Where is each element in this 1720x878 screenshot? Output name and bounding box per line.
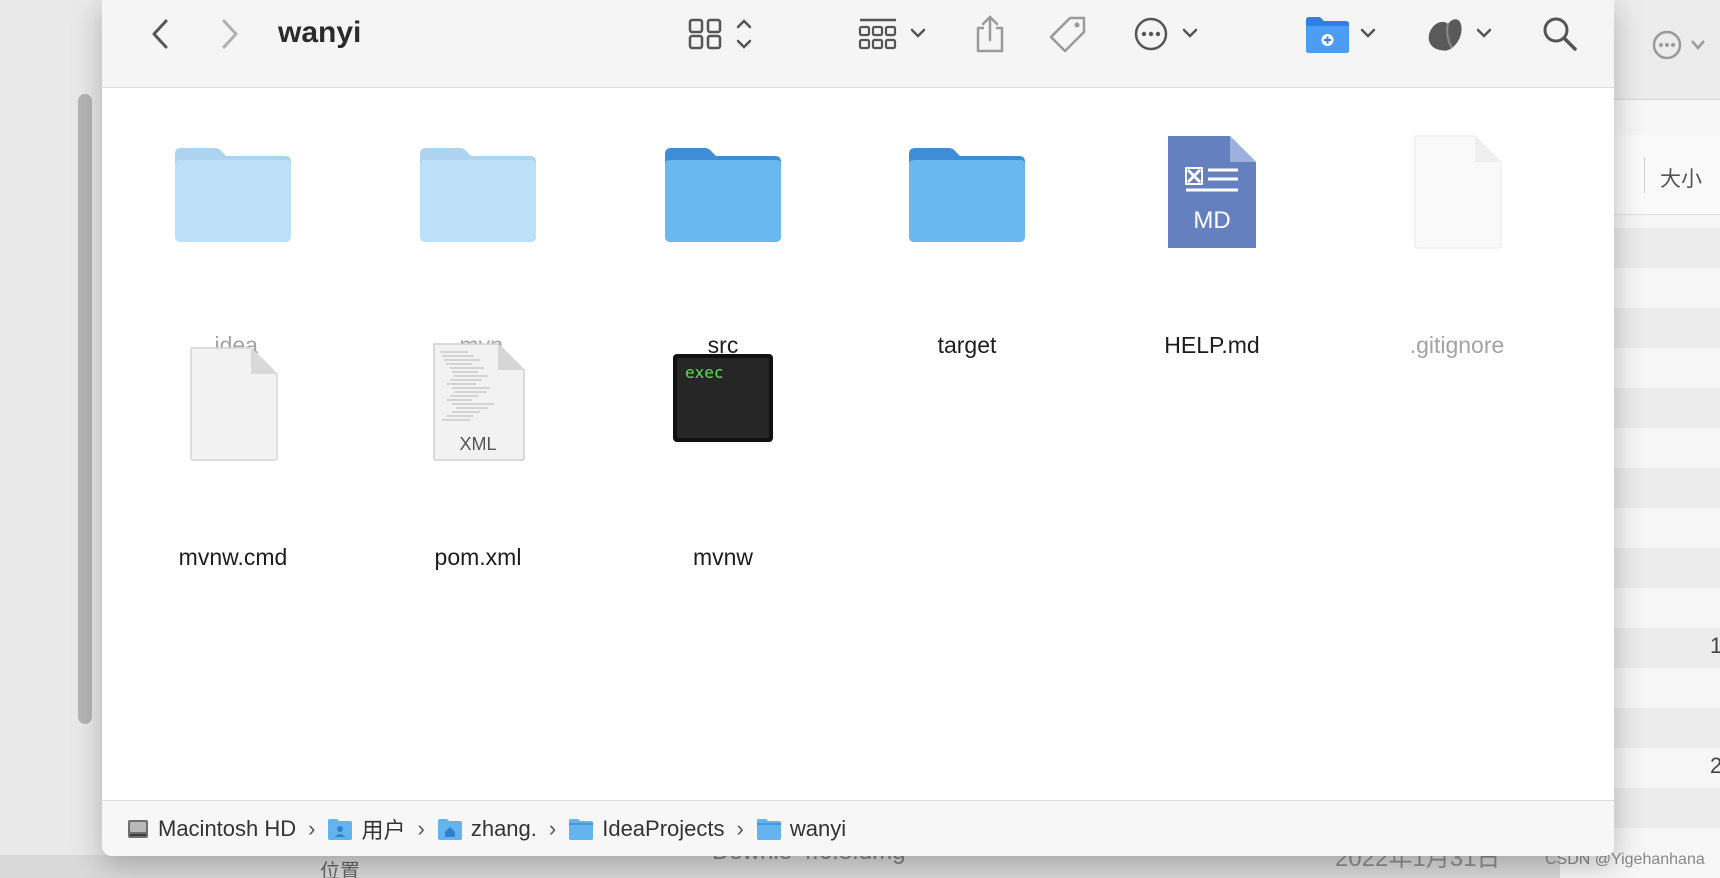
file-item[interactable]: XML pom.xml	[368, 343, 588, 570]
path-separator: ›	[417, 815, 425, 841]
tag-button[interactable]	[1046, 14, 1090, 58]
users-folder-icon	[327, 817, 353, 841]
terminal-exec-icon: exec	[671, 352, 775, 449]
toolbar: wanyi	[102, 0, 1614, 88]
hard-drive-icon	[126, 817, 150, 841]
forward-button[interactable]	[210, 14, 250, 58]
file-item[interactable]: src	[613, 140, 833, 358]
path-item-users[interactable]: 用户	[327, 813, 406, 845]
file-name: HELP.md	[1164, 332, 1260, 358]
path-bar: Macintosh HD › 用户 › zhang. › IdeaProject…	[102, 800, 1614, 856]
folder-icon	[568, 817, 594, 841]
path-item-label: 用户	[361, 817, 406, 843]
more-actions-button[interactable]	[1130, 14, 1210, 58]
document-icon	[1409, 132, 1505, 257]
group-icon	[856, 14, 932, 59]
md-badge: MD	[1193, 207, 1230, 234]
file-name: mvnw	[692, 544, 754, 570]
document-icon	[185, 344, 281, 469]
chevron-right-icon	[218, 17, 242, 56]
file-name: .gitignore	[1409, 332, 1505, 358]
folder-icon	[171, 140, 295, 255]
path-item-wanyi[interactable]: wanyi	[756, 816, 846, 842]
search-button[interactable]	[1538, 14, 1582, 58]
file-name: target	[937, 332, 997, 358]
file-grid: .idea .mvn src	[102, 88, 1614, 800]
file-name: mvnw.cmd	[178, 544, 288, 570]
more-icon	[1132, 14, 1208, 59]
more-icon[interactable]	[1652, 30, 1712, 65]
file-item[interactable]: MD HELP.md	[1102, 136, 1322, 358]
folder-icon	[905, 140, 1029, 255]
path-item-label: IdeaProjects	[602, 815, 725, 841]
view-mode-button[interactable]	[682, 14, 762, 58]
path-item-label: wanyi	[789, 815, 847, 841]
file-item[interactable]: .gitignore	[1347, 135, 1567, 358]
sidebar-section-location: 位置	[320, 861, 360, 878]
path-item-label: zhang.	[470, 815, 537, 841]
chevron-left-icon	[148, 17, 172, 56]
window-title: wanyi	[278, 16, 362, 49]
background-row-value: 1	[1710, 633, 1720, 658]
share-button[interactable]	[968, 14, 1012, 58]
back-button[interactable]	[140, 14, 180, 58]
new-folder-icon	[1302, 12, 1386, 61]
finder-window: wanyi .idea src target MD HELP.md .gitig…	[102, 0, 1614, 856]
search-icon	[1540, 14, 1580, 59]
xml-badge: XML	[459, 434, 496, 454]
tag-icon	[1048, 14, 1088, 59]
folder-icon	[661, 140, 785, 255]
path-separator: ›	[736, 815, 744, 841]
path-item-ideaprojects[interactable]: IdeaProjects	[568, 815, 725, 842]
xml-file-icon: XML	[428, 340, 528, 469]
folder-icon	[756, 817, 782, 841]
new-folder-button[interactable]	[1302, 14, 1386, 58]
path-item-label: Macintosh HD	[158, 815, 297, 841]
file-name: pom.xml	[434, 544, 522, 570]
home-folder-icon	[437, 817, 463, 841]
group-button[interactable]	[854, 14, 934, 58]
grid-view-icon	[684, 14, 760, 59]
app-icon	[1422, 12, 1506, 61]
file-item[interactable]: mvnw.cmd	[123, 347, 343, 570]
share-icon	[972, 14, 1008, 59]
background-scrollbar[interactable]	[78, 94, 92, 724]
file-item[interactable]: .mvn	[368, 140, 588, 358]
path-separator: ›	[548, 815, 557, 841]
file-item[interactable]: exec mvnw	[613, 352, 833, 570]
path-separator: ›	[308, 815, 316, 841]
path-item-home[interactable]: zhang.	[437, 816, 537, 842]
folder-icon	[416, 140, 540, 255]
app-extension-button[interactable]	[1422, 14, 1506, 58]
column-header-size[interactable]: 大小	[1660, 163, 1702, 193]
markdown-file-icon: MD	[1164, 132, 1260, 257]
background-row-value: 2	[1710, 753, 1720, 778]
file-item[interactable]: target	[857, 140, 1077, 358]
exec-label: exec	[685, 363, 724, 382]
file-item[interactable]: .idea	[123, 140, 343, 358]
path-item-macintosh-hd[interactable]: Macintosh HD	[126, 816, 296, 842]
